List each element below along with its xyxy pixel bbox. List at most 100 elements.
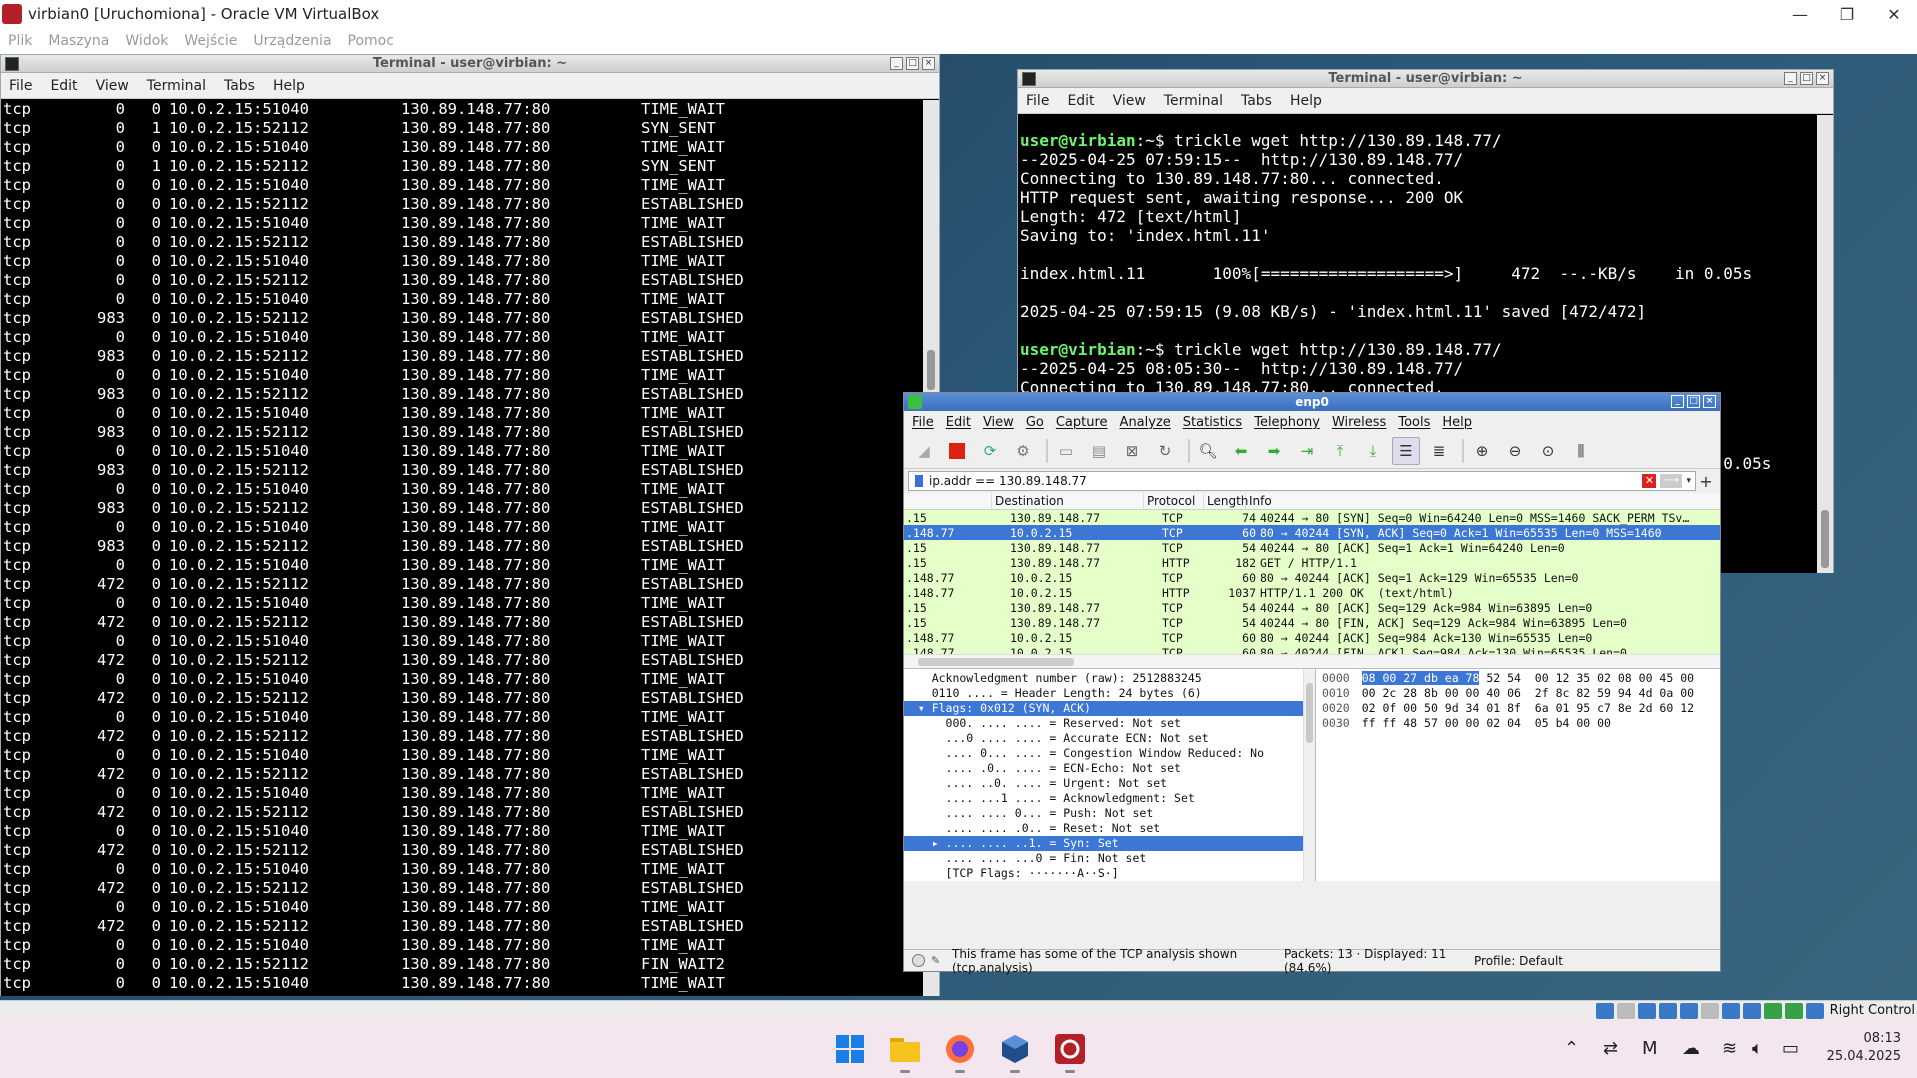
ws-menu-statistics[interactable]: Statistics bbox=[1183, 415, 1242, 430]
packet-row[interactable]: .148.77 10.0.2.15 TCP 60 80 → 40244 [ACK] Se… bbox=[904, 570, 1720, 585]
capture-options-gear-icon[interactable]: ⚙ bbox=[1009, 437, 1037, 465]
wireshark-titlebar[interactable]: enp0 _ □ × bbox=[904, 393, 1720, 411]
packet-row[interactable]: .15 130.89.148.77 TCP 54 40244 → 80 [FIN, AC… bbox=[904, 615, 1720, 630]
firefox-icon[interactable] bbox=[940, 1029, 980, 1073]
detail-tree-item[interactable]: ...0 .... .... = Accurate ECN: Not set bbox=[904, 731, 1315, 746]
ws-menu-edit[interactable]: Edit bbox=[946, 415, 971, 430]
ws-menu-analyze[interactable]: Analyze bbox=[1120, 415, 1171, 430]
autoscroll-icon[interactable]: ☰ bbox=[1392, 436, 1420, 465]
expert-info-icon[interactable]: ✎ bbox=[931, 954, 944, 967]
packet-row[interactable]: .15 130.89.148.77 TCP 54 40244 → 80 [ACK] Se… bbox=[904, 600, 1720, 615]
vbox-menu-plik[interactable]: Plik bbox=[8, 33, 32, 49]
packet-list-hscrollbar[interactable] bbox=[904, 654, 1720, 668]
ws-menu-go[interactable]: Go bbox=[1026, 415, 1044, 430]
packet-row[interactable]: .15 130.89.148.77 TCP 74 40244 → 80 [SYN] Se… bbox=[904, 510, 1720, 525]
battery-icon[interactable]: ▭ bbox=[1782, 1038, 1799, 1059]
detail-tree-item[interactable]: .... 0... .... = Congestion Window Reduc… bbox=[904, 746, 1315, 761]
vbox-menu-maszyna[interactable]: Maszyna bbox=[48, 33, 109, 49]
file-explorer-folder-icon[interactable] bbox=[885, 1029, 925, 1073]
packet-bytes-hex[interactable]: 0000 08 00 27 db ea 78 52 54 00 12 35 02 … bbox=[1316, 669, 1720, 881]
hex-bytes[interactable]: ff ff 48 57 00 00 02 04 05 b4 00 00 bbox=[1362, 716, 1611, 730]
detail-tree-item[interactable]: 0110 .... = Header Length: 24 bytes (6) bbox=[904, 686, 1315, 701]
hard-disk-icon[interactable] bbox=[1595, 1002, 1614, 1019]
detail-tree-item[interactable]: .... ...1 .... = Acknowledgment: Set bbox=[904, 791, 1315, 806]
terminal-right-close-button[interactable]: × bbox=[1816, 72, 1829, 85]
vbox-menu-widok[interactable]: Widok bbox=[125, 33, 168, 49]
zoom-out-icon[interactable]: ⊖ bbox=[1501, 437, 1529, 465]
terminal-left-menu-terminal[interactable]: Terminal bbox=[147, 78, 206, 94]
profile-text[interactable]: Profile: Default bbox=[1474, 954, 1563, 968]
vbox-menu-urzadzenia[interactable]: Urządzenia bbox=[253, 33, 331, 49]
mouse-integration-icon[interactable] bbox=[1805, 1002, 1824, 1019]
volume-speaker-icon[interactable]: 🔈︎ bbox=[1752, 1038, 1763, 1059]
packet-details-tree[interactable]: Acknowledgment number (raw): 2512883245 … bbox=[904, 669, 1316, 881]
optical-drive-icon[interactable] bbox=[1616, 1002, 1635, 1019]
open-file-folder-icon[interactable]: ▭ bbox=[1052, 437, 1080, 465]
terminal-left-menu-file[interactable]: File bbox=[9, 78, 32, 94]
display-filter-box[interactable]: ✕ ⟶ ▾ bbox=[908, 471, 1696, 491]
detail-tree-item[interactable]: .... .... ...0 = Fin: Not set bbox=[904, 851, 1315, 866]
add-filter-button-plus-icon[interactable]: + bbox=[1696, 472, 1716, 491]
ws-menu-wireless[interactable]: Wireless bbox=[1332, 415, 1386, 430]
start-capture-fin-icon[interactable]: ◢ bbox=[910, 437, 938, 465]
vpn-arrows-icon[interactable]: ⇄ bbox=[1603, 1038, 1618, 1059]
terminal-left-minimize-button[interactable]: _ bbox=[890, 57, 903, 70]
apply-filter-arrow-icon[interactable]: ⟶ bbox=[1660, 474, 1683, 488]
packet-row[interactable]: .15 130.89.148.77 HTTP 182 GET / HTTP/1.1 bbox=[904, 555, 1720, 570]
meter-icon[interactable]: Ⅿ bbox=[1642, 1038, 1658, 1059]
minimize-button[interactable]: — bbox=[1777, 0, 1823, 28]
hex-bytes[interactable]: 00 2c 28 8b 00 00 40 06 2f 8c 82 59 94 4… bbox=[1362, 686, 1694, 700]
cpu-activity-icon[interactable] bbox=[1763, 1002, 1782, 1019]
col-info-header[interactable]: Info bbox=[1246, 493, 1716, 510]
packet-row[interactable]: .148.77 10.0.2.15 TCP 60 80 → 40244 [SYN, AC… bbox=[904, 525, 1720, 540]
bookmark-icon[interactable] bbox=[915, 475, 923, 487]
packet-row[interactable]: .148.77 10.0.2.15 TCP 60 80 → 40244 [ACK] Se… bbox=[904, 630, 1720, 645]
netstat-output[interactable]: tcp 0 0 10.0.2.15:51040 130.89.148.77:80 TIME… bbox=[1, 100, 925, 996]
vbox-menu-wejscie[interactable]: Wejście bbox=[184, 33, 237, 49]
guest-additions-icon[interactable] bbox=[1784, 1002, 1803, 1019]
terminal-left-window[interactable]: Terminal - user@virbian: ~ _ □ × File Ed… bbox=[0, 54, 940, 996]
terminal-right-menu-terminal[interactable]: Terminal bbox=[1164, 93, 1223, 109]
network-icon[interactable] bbox=[1658, 1002, 1677, 1019]
wireshark-maximize-button[interactable]: □ bbox=[1687, 395, 1700, 408]
go-forward-arrow-icon[interactable]: ➡ bbox=[1260, 437, 1288, 465]
show-hidden-icons-chevron-up-icon[interactable]: ⌃ bbox=[1564, 1038, 1579, 1059]
wireshark-close-button[interactable]: × bbox=[1703, 395, 1716, 408]
terminal-right-minimize-button[interactable]: _ bbox=[1784, 72, 1797, 85]
scrollbar-thumb[interactable] bbox=[918, 658, 1074, 666]
details-vscrollbar[interactable] bbox=[1303, 669, 1315, 881]
hex-bytes[interactable]: 52 54 00 12 35 02 08 00 45 00 bbox=[1479, 671, 1694, 685]
col-source-header[interactable] bbox=[904, 493, 992, 510]
terminal-left-titlebar[interactable]: Terminal - user@virbian: ~ _ □ × bbox=[1, 55, 939, 73]
onedrive-cloud-icon[interactable]: ☁ bbox=[1682, 1038, 1700, 1059]
maximize-button[interactable]: ❐ bbox=[1824, 0, 1870, 28]
detail-tree-item[interactable]: ▾ Flags: 0x012 (SYN, ACK) bbox=[904, 701, 1315, 716]
scrollbar-thumb[interactable] bbox=[1306, 683, 1313, 743]
stop-capture-icon[interactable] bbox=[943, 437, 971, 465]
scrollbar-thumb[interactable] bbox=[1821, 510, 1829, 568]
detail-tree-item[interactable]: .... .0.. .... = ECN-Echo: Not set bbox=[904, 761, 1315, 776]
go-last-packet-icon[interactable]: ⤓ bbox=[1359, 437, 1387, 465]
filter-history-chevron-down-icon[interactable]: ▾ bbox=[1686, 476, 1691, 486]
go-to-packet-icon[interactable]: ⇥ bbox=[1293, 437, 1321, 465]
terminal-left-menu-tabs[interactable]: Tabs bbox=[224, 78, 255, 94]
clear-filter-x-icon[interactable]: ✕ bbox=[1642, 474, 1657, 488]
detail-tree-item[interactable]: .... .... 0... = Push: Not set bbox=[904, 806, 1315, 821]
vbox-menu-pomoc[interactable]: Pomoc bbox=[348, 33, 394, 49]
start-button-windows-icon[interactable] bbox=[830, 1029, 870, 1069]
wireshark-window[interactable]: enp0 _ □ × File Edit View Go Capture Ana… bbox=[903, 392, 1721, 975]
col-protocol-header[interactable]: Protocol bbox=[1144, 493, 1204, 510]
zoom-reset-icon[interactable]: ⊙ bbox=[1534, 437, 1562, 465]
detail-tree-item[interactable]: ▸ .... .... ..1. = Syn: Set bbox=[904, 836, 1315, 851]
resize-columns-icon[interactable]: ⫼ bbox=[1567, 437, 1595, 465]
terminal-left-close-button[interactable]: × bbox=[922, 57, 935, 70]
terminal-right-titlebar[interactable]: Terminal - user@virbian: ~ _ □ × bbox=[1018, 70, 1833, 88]
detail-tree-item[interactable]: .... .... .0.. = Reset: Not set bbox=[904, 821, 1315, 836]
terminal-right-maximize-button[interactable]: □ bbox=[1800, 72, 1813, 85]
terminal-right-scrollbar[interactable] bbox=[1817, 115, 1833, 573]
virtualbox-cube-icon[interactable] bbox=[995, 1029, 1035, 1073]
wifi-icon[interactable]: ≋ bbox=[1722, 1038, 1737, 1059]
display-icon[interactable] bbox=[1721, 1002, 1740, 1019]
col-length-header[interactable]: Length bbox=[1204, 493, 1248, 510]
ws-menu-capture[interactable]: Capture bbox=[1056, 415, 1108, 430]
